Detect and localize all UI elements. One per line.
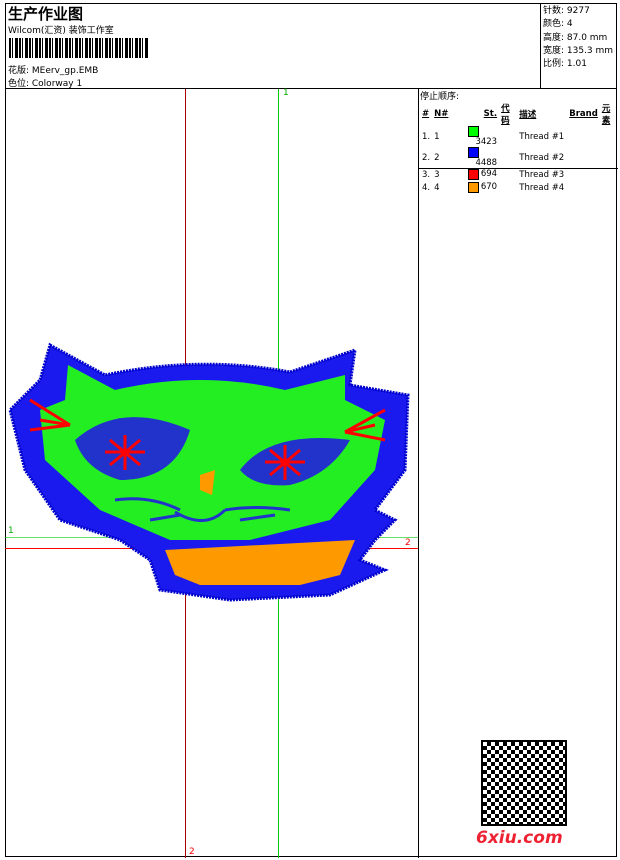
qr-code: [481, 740, 567, 826]
watermark: 6xiu.com: [476, 828, 563, 848]
embroidery-design: [8, 342, 410, 602]
